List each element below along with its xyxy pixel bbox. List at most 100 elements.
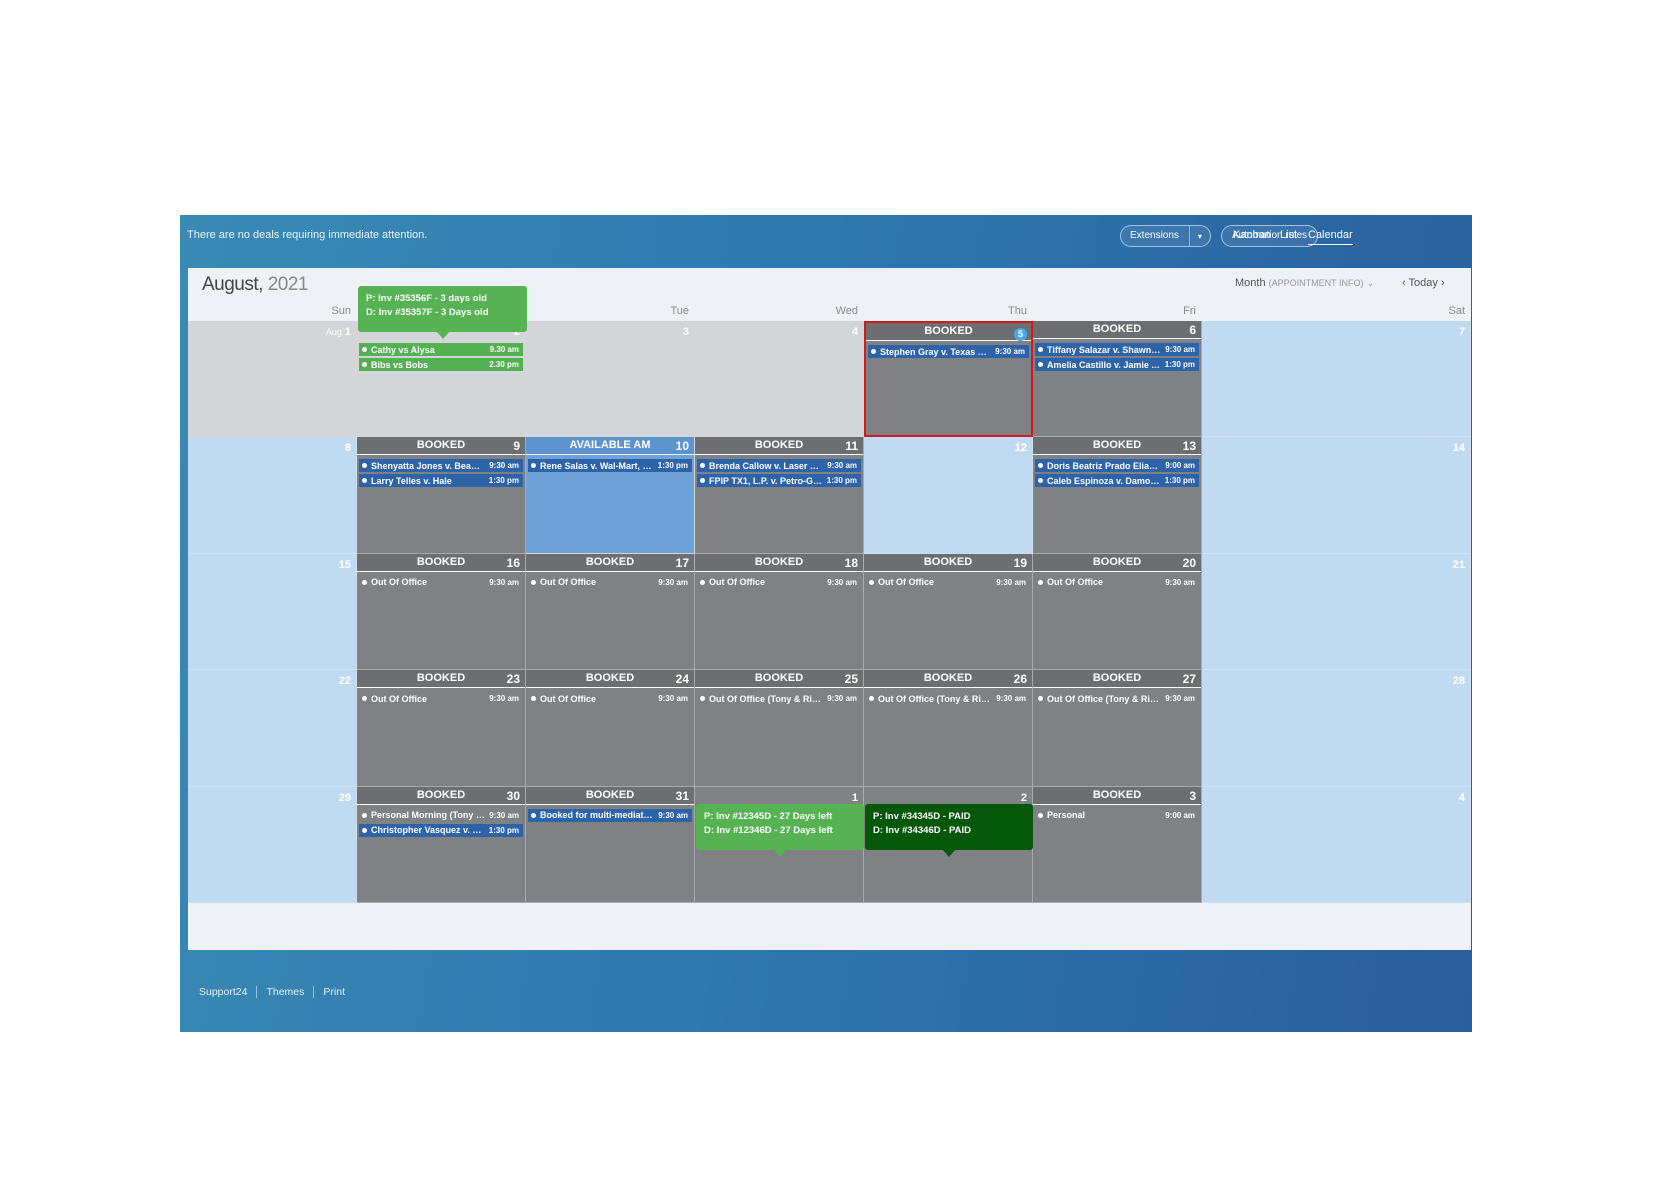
day-cell[interactable]: BOOKED5 Stephen Gray v. Texas Lands... 9:3… <box>864 321 1033 438</box>
view-kanban[interactable]: Kanban <box>1233 229 1271 241</box>
day-number: 8 <box>344 442 351 455</box>
calendar-event[interactable]: Shenyatta Jones v. Beaumon... 9:30 am <box>359 459 523 473</box>
view-calendar[interactable]: Calendar <box>1308 229 1353 245</box>
day-cell[interactable]: Aug 1 <box>188 321 357 438</box>
day-cell[interactable]: 3 <box>526 321 695 438</box>
calendar-event[interactable]: Amelia Castillo v. Jamie Arre...1:30 pm <box>1035 358 1199 371</box>
day-number: 22 <box>338 675 351 688</box>
calendar: August, 2021 Month (APPOINTMENT INFO) ⌄ … <box>188 268 1471 950</box>
calendar-event[interactable]: Larry Telles v. Hale 1:30 pm <box>359 474 523 488</box>
day-cell[interactable]: 8 <box>188 437 357 554</box>
prev-icon[interactable]: ‹ <box>1402 277 1406 289</box>
day-cell[interactable]: BOOKED 19 Out Of Office 9:30 am <box>864 553 1033 671</box>
day-cell[interactable]: BOOKED9 Shenyatta Jones v. Beaumon... 9:30… <box>357 437 526 554</box>
footer-print[interactable]: Print <box>314 986 354 998</box>
calendar-event[interactable]: FPIP TX1, L.P. v. Petro-Gasoh...1:30 pm <box>697 474 861 488</box>
day-number: 3 <box>1189 788 1196 803</box>
day-cell[interactable]: BOOKED 24 Out Of Office 9:30 am <box>526 670 695 787</box>
calendar-event[interactable]: Personal Morning (Tony & Ri... 9:30 am <box>359 809 523 822</box>
calendar-event[interactable]: Tiffany Salazar v. Shawn Kell 9:30 am <box>1035 343 1199 356</box>
calendar-event[interactable]: Out Of Office (Tony & Ricki) 9:30 am <box>697 692 861 705</box>
calendar-event[interactable]: Doris Beatriz Prado Elias etc...9:00 am <box>1035 459 1199 473</box>
chevron-down-icon[interactable]: ⌄ <box>1367 278 1375 288</box>
calendar-event[interactable]: Out Of Office 9:30 am <box>1035 576 1199 589</box>
day-cell[interactable]: BOOKED 20 Out Of Office 9:30 am <box>1033 553 1202 671</box>
calendar-event[interactable]: Bibs vs Bobs 2.30 pm <box>359 358 523 371</box>
bullet-icon <box>531 696 536 702</box>
calendar-event[interactable]: Out Of Office (Tony & Ricki) 9:30 am <box>1035 692 1199 705</box>
day-cell[interactable]: BOOKED 6 Tiffany Salazar v. Shawn Kell 9:30… <box>1033 321 1202 438</box>
event-list: Brenda Callow v. Laser Shot ... 9:30 am FP… <box>697 459 861 489</box>
day-cell[interactable]: 12 <box>864 437 1033 554</box>
day-number: 13 <box>1182 439 1196 454</box>
calendar-event[interactable]: Brenda Callow v. Laser Shot ... 9:30 am <box>697 459 861 473</box>
extensions-button[interactable]: Extensions ▾ <box>1120 225 1211 247</box>
calendar-event[interactable]: Cathy vs Alysa 9.30 am <box>359 343 523 356</box>
invoice-popover: P: Inv #12345D - 27 Days left D: Inv #123… <box>696 804 864 857</box>
calendar-event[interactable]: Out Of Office 9:30 am <box>359 692 523 705</box>
day-cell[interactable]: 14 <box>1202 437 1471 554</box>
next-icon[interactable]: › <box>1441 277 1445 289</box>
calendar-event[interactable]: Christopher Vasquez v. Writ... 1:30 pm <box>359 823 523 837</box>
footer-support24[interactable]: Support24 <box>190 986 258 998</box>
event-list: Out Of Office 9:30 am <box>528 576 692 591</box>
calendar-event[interactable]: Booked for multi-mediation ...9:30 am <box>528 808 692 822</box>
event-time: 9:00 am <box>1165 810 1195 820</box>
day-number: 17 <box>675 555 689 570</box>
day-cell[interactable]: BOOKED 3 Personal 9:00 am <box>1033 786 1202 903</box>
day-cell[interactable]: BOOKED 26 Out Of Office (Tony & Ricki) 9:30… <box>864 670 1033 787</box>
day-status-label: BOOKED <box>1033 670 1201 689</box>
calendar-event[interactable]: Out Of Office (Tony & Ricki) 9:30 am <box>866 692 1030 705</box>
calendar-event[interactable]: Rene Salas v. Wal-Mart, Inc., ...1:30 pm <box>528 459 692 473</box>
day-cell[interactable]: 22 <box>188 670 357 787</box>
day-cell[interactable]: BOOKED 16 Out Of Office 9:30 am <box>357 553 526 671</box>
calendar-event[interactable]: Stephen Gray v. Texas Lands... 9:30 am <box>868 345 1029 358</box>
day-status-label: BOOKED <box>1033 553 1201 572</box>
event-time: 9:30 am <box>827 577 857 587</box>
view-mode-label[interactable]: Month <box>1235 277 1266 289</box>
day-cell[interactable]: AVAILABLE AM 10 Rene Salas v. Wal-Mart, In… <box>526 437 695 554</box>
day-cell[interactable]: 29 <box>188 786 357 903</box>
extensions-label[interactable]: Extensions <box>1121 226 1190 246</box>
caret-down-icon[interactable]: ▾ <box>1190 232 1210 241</box>
event-title: Shenyatta Jones v. Beaumon... <box>371 460 485 471</box>
day-status-label: BOOKED <box>695 553 863 572</box>
day-cell[interactable]: BOOKED31 Booked for multi-mediation ...9:… <box>526 786 695 903</box>
event-time: 1:30 pm <box>1164 476 1195 486</box>
month-name: August, <box>202 274 263 295</box>
day-cell[interactable]: 28 <box>1202 670 1471 787</box>
event-title: Doris Beatriz Prado Elias etc... <box>1047 460 1162 471</box>
day-cell[interactable]: BOOKED 23 Out Of Office 9:30 am <box>357 670 526 787</box>
bullet-icon <box>869 579 874 585</box>
day-cell[interactable]: BOOKED 25 Out Of Office (Tony & Ricki) 9:30… <box>695 670 864 787</box>
calendar-event[interactable]: Caleb Espinoza v. Damon Ge...1:30 pm <box>1035 474 1199 488</box>
day-number: 28 <box>1452 675 1465 688</box>
calendar-event[interactable]: Out Of Office 9:30 am <box>359 576 523 589</box>
month-prefix: Aug <box>325 327 342 337</box>
calendar-event[interactable]: Out Of Office 9:30 am <box>866 576 1030 589</box>
day-cell[interactable]: 7 <box>1202 321 1471 438</box>
footer-themes[interactable]: Themes <box>257 986 315 998</box>
event-title: Out Of Office (Tony & Ricki) <box>1047 693 1162 704</box>
view-mode-select[interactable]: Month (APPOINTMENT INFO) ⌄ <box>1235 277 1374 289</box>
day-number: 7 <box>1458 326 1465 338</box>
calendar-event[interactable]: Out Of Office 9:30 am <box>697 576 861 589</box>
day-cell[interactable]: BOOKED13 Doris Beatriz Prado Elias etc...… <box>1033 437 1202 554</box>
calendar-event[interactable]: Personal 9:00 am <box>1035 809 1199 822</box>
day-cell[interactable]: 21 <box>1202 553 1471 671</box>
day-cell[interactable]: BOOKED 17 Out Of Office 9:30 am <box>526 553 695 671</box>
day-cell[interactable]: BOOKED 27 Out Of Office (Tony & Ricki) 9:30… <box>1033 670 1202 787</box>
today-button[interactable]: Today <box>1409 277 1438 289</box>
calendar-event[interactable]: Out Of Office 9:30 am <box>528 576 692 589</box>
day-cell[interactable]: 4 <box>695 321 864 438</box>
day-cell[interactable]: BOOKED11 Brenda Callow v. Laser Shot ... 9… <box>695 437 864 554</box>
day-cell[interactable]: BOOKED30 Personal Morning (Tony & Ri... 9:… <box>357 786 526 903</box>
day-cell[interactable]: BOOKED 18 Out Of Office 9:30 am <box>695 553 864 671</box>
day-cell[interactable]: 15 <box>188 553 357 671</box>
day-cell[interactable]: 4 <box>1202 786 1471 903</box>
day-number: 6 <box>1189 323 1196 337</box>
calendar-event[interactable]: Out Of Office 9:30 am <box>528 692 692 705</box>
view-list[interactable]: List <box>1280 229 1297 241</box>
event-title: Christopher Vasquez v. Writ... <box>371 825 485 836</box>
day-number: 24 <box>675 672 689 687</box>
